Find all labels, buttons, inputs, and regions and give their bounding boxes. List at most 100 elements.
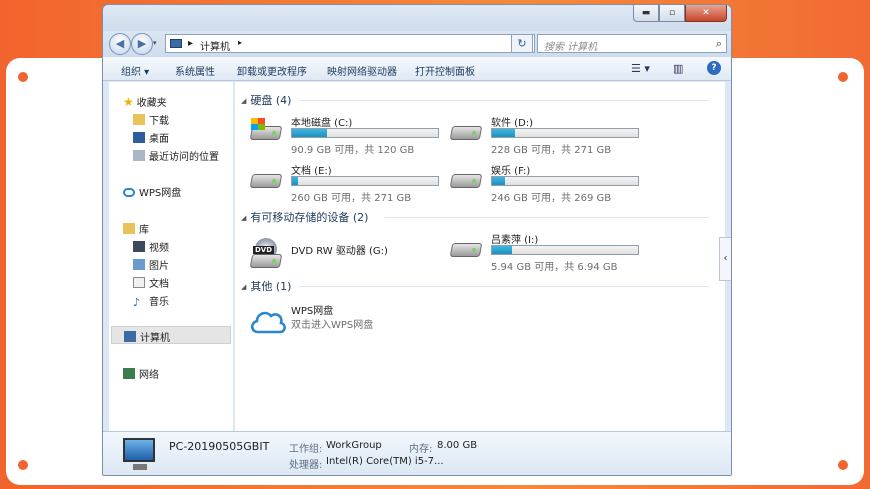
search-icon[interactable]: ⌕ bbox=[716, 37, 722, 51]
drive-free-space: 5.94 GB 可用，共 6.94 GB bbox=[491, 262, 618, 273]
memory-label: 内存: bbox=[409, 444, 433, 455]
network-icon bbox=[123, 368, 135, 379]
breadcrumb-computer[interactable]: 计算机 bbox=[200, 38, 230, 53]
history-dropdown-icon[interactable]: ▾ bbox=[153, 39, 157, 47]
content-area: ◢ 硬盘 (4) 本地磁盘 (C:) 90.9 GB 可用，共 120 GB 软件… bbox=[235, 82, 725, 431]
command-bar: 组织 ▾ 系统属性 卸载或更改程序 映射网络驱动器 打开控制面板 ☰ ▾ ▥ ? bbox=[103, 57, 731, 81]
nav-desktop[interactable]: 桌面 bbox=[133, 130, 169, 145]
cpu-value: Intel(R) Core(TM) i5-7... bbox=[326, 456, 444, 467]
minimize-button[interactable]: ▬ bbox=[633, 5, 659, 22]
usage-bar bbox=[491, 245, 639, 255]
cloud-icon bbox=[123, 188, 135, 197]
nav-music[interactable]: ♪ 音乐 bbox=[133, 293, 169, 309]
music-icon: ♪ bbox=[133, 296, 141, 309]
decor-dot bbox=[838, 72, 848, 82]
drive-name: 娱乐 (F:) bbox=[491, 166, 531, 177]
wps-cloud-item[interactable]: WPS网盘 双击进入WPS网盘 bbox=[249, 300, 449, 342]
nav-favorites[interactable]: ★ 收藏夹 bbox=[123, 94, 167, 109]
forward-button[interactable]: ▶ bbox=[131, 33, 153, 55]
maximize-button[interactable]: ▫ bbox=[659, 5, 685, 22]
nav-pictures[interactable]: 图片 bbox=[133, 257, 169, 272]
search-input[interactable]: 搜索 计算机 ⌕ bbox=[537, 34, 727, 53]
nav-documents[interactable]: 文档 bbox=[133, 275, 169, 290]
collapse-pane-chevron-icon[interactable]: ‹ bbox=[719, 237, 731, 281]
navigation-pane: ★ 收藏夹 下载 桌面 最近访问的位置 WPS网盘 库 视频 图片 文档 ♪ 音乐 bbox=[109, 82, 233, 431]
cloud-icon bbox=[249, 306, 286, 334]
uninstall-program-button[interactable]: 卸载或更改程序 bbox=[237, 63, 307, 78]
nav-wps-cloud[interactable]: WPS网盘 bbox=[123, 184, 181, 199]
drive-free-space: 90.9 GB 可用，共 120 GB bbox=[291, 145, 415, 156]
drive-g[interactable]: DVD DVD RW 驱动器 (G:) bbox=[249, 232, 449, 274]
nav-downloads[interactable]: 下载 bbox=[133, 112, 169, 127]
drive-e[interactable]: 文档 (E:) 260 GB 可用，共 271 GB bbox=[249, 160, 449, 204]
drive-c[interactable]: 本地磁盘 (C:) 90.9 GB 可用，共 120 GB bbox=[249, 112, 449, 156]
map-network-drive-button[interactable]: 映射网络驱动器 bbox=[327, 63, 397, 78]
group-divider bbox=[385, 217, 709, 218]
group-header-removable[interactable]: ◢ 有可移动存储的设备 (2) bbox=[241, 209, 368, 225]
hard-drive-icon bbox=[449, 166, 483, 192]
drive-name: 文档 (E:) bbox=[291, 166, 332, 177]
title-bar[interactable]: ▬ ▫ ✕ bbox=[103, 5, 731, 31]
workgroup-label: 工作组: bbox=[289, 444, 323, 455]
drive-i[interactable]: 吕素萍 (I:) 5.94 GB 可用，共 6.94 GB bbox=[449, 229, 649, 273]
address-row: ◀ ▶ ▾ ▸ 计算机 ▸ ▼ ↻ 搜索 计算机 ⌕ bbox=[103, 31, 731, 57]
search-placeholder: 搜索 计算机 bbox=[544, 42, 598, 53]
computer-icon bbox=[170, 39, 182, 48]
group-header-hdd[interactable]: ◢ 硬盘 (4) bbox=[241, 92, 291, 108]
workgroup-value: WorkGroup bbox=[326, 440, 382, 451]
decor-dot bbox=[18, 460, 28, 470]
hard-drive-icon bbox=[449, 118, 483, 144]
drive-name: 本地磁盘 (C:) bbox=[291, 118, 353, 129]
drive-f[interactable]: 娱乐 (F:) 246 GB 可用，共 269 GB bbox=[449, 160, 649, 204]
drive-name: DVD RW 驱动器 (G:) bbox=[291, 246, 388, 257]
nav-videos[interactable]: 视频 bbox=[133, 239, 169, 254]
computer-icon bbox=[124, 331, 136, 342]
preview-pane-icon[interactable]: ▥ bbox=[673, 62, 683, 75]
explorer-window: ▬ ▫ ✕ ◀ ▶ ▾ ▸ 计算机 ▸ ▼ ↻ 搜索 计算机 ⌕ 组织 ▾ 系统… bbox=[102, 4, 732, 476]
computer-icon bbox=[123, 438, 155, 470]
details-pane: PC-20190505GBIT 工作组: WorkGroup 内存: 8.00 … bbox=[103, 431, 731, 475]
breadcrumb-separator[interactable]: ▸ bbox=[238, 38, 242, 47]
close-button[interactable]: ✕ bbox=[685, 5, 727, 22]
hard-drive-icon bbox=[249, 166, 283, 192]
drive-free-space: 260 GB 可用，共 271 GB bbox=[291, 193, 412, 204]
organize-button[interactable]: 组织 ▾ bbox=[121, 63, 149, 78]
item-name: WPS网盘 bbox=[291, 306, 334, 317]
dvd-drive-icon: DVD bbox=[249, 238, 283, 268]
usage-bar bbox=[491, 176, 639, 186]
picture-icon bbox=[133, 259, 145, 270]
collapse-icon: ◢ bbox=[241, 283, 247, 291]
group-header-other[interactable]: ◢ 其他 (1) bbox=[241, 278, 291, 294]
group-divider bbox=[299, 100, 709, 101]
collapse-icon: ◢ bbox=[241, 214, 247, 222]
decor-dot bbox=[18, 72, 28, 82]
usage-bar bbox=[491, 128, 639, 138]
open-control-panel-button[interactable]: 打开控制面板 bbox=[415, 63, 475, 78]
usb-drive-icon bbox=[449, 235, 483, 261]
help-icon[interactable]: ? bbox=[707, 61, 721, 75]
nav-network[interactable]: 网络 bbox=[123, 366, 159, 381]
collapse-icon: ◢ bbox=[241, 97, 247, 105]
star-icon: ★ bbox=[123, 95, 134, 109]
usage-bar bbox=[291, 128, 439, 138]
breadcrumb-separator[interactable]: ▸ bbox=[188, 38, 193, 49]
video-icon bbox=[133, 241, 145, 252]
nav-libraries[interactable]: 库 bbox=[123, 221, 149, 236]
drive-free-space: 228 GB 可用，共 271 GB bbox=[491, 145, 612, 156]
nav-recent[interactable]: 最近访问的位置 bbox=[133, 148, 219, 163]
view-options-icon[interactable]: ☰ ▾ bbox=[631, 62, 650, 75]
folder-icon bbox=[133, 114, 145, 125]
desktop-icon bbox=[133, 132, 145, 143]
system-properties-button[interactable]: 系统属性 bbox=[175, 63, 215, 78]
back-button[interactable]: ◀ bbox=[109, 33, 131, 55]
pc-name: PC-20190505GBIT bbox=[169, 440, 270, 453]
refresh-button[interactable]: ↻ bbox=[511, 34, 533, 53]
library-icon bbox=[123, 223, 135, 234]
nav-computer[interactable]: 计算机 bbox=[111, 326, 231, 344]
item-description: 双击进入WPS网盘 bbox=[291, 320, 374, 331]
drive-d[interactable]: 软件 (D:) 228 GB 可用，共 271 GB bbox=[449, 112, 649, 156]
drive-name: 软件 (D:) bbox=[491, 118, 534, 129]
address-bar[interactable]: ▸ 计算机 ▸ ▼ bbox=[165, 34, 535, 53]
recent-places-icon bbox=[133, 150, 145, 161]
usage-bar bbox=[291, 176, 439, 186]
